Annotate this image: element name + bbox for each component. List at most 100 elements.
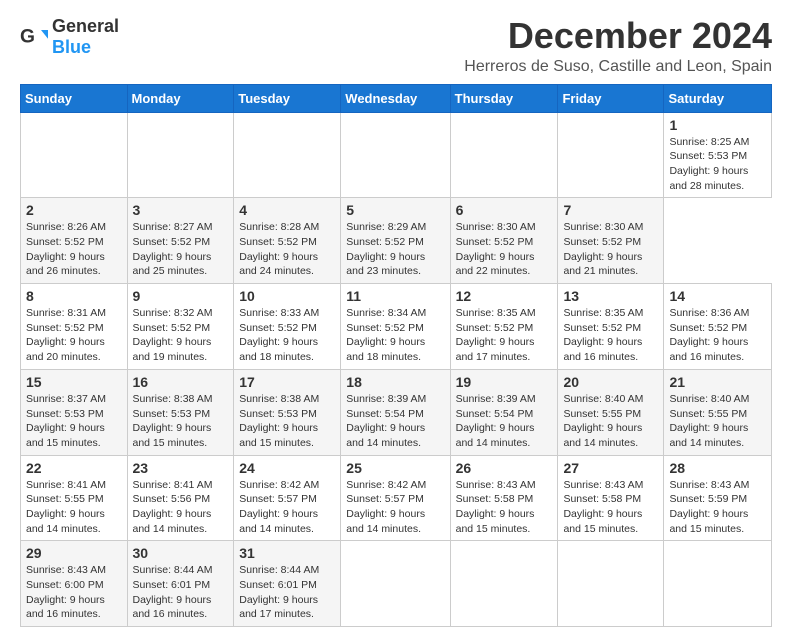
day-number: 11 (346, 288, 444, 304)
day-info: Sunrise: 8:30 AMSunset: 5:52 PMDaylight:… (456, 220, 553, 279)
calendar-cell (558, 541, 664, 627)
day-number: 18 (346, 374, 444, 390)
day-info: Sunrise: 8:25 AMSunset: 5:53 PMDaylight:… (669, 135, 766, 194)
day-info: Sunrise: 8:43 AMSunset: 6:00 PMDaylight:… (26, 563, 122, 622)
calendar-cell: 24Sunrise: 8:42 AMSunset: 5:57 PMDayligh… (234, 455, 341, 541)
calendar-cell: 2Sunrise: 8:26 AMSunset: 5:52 PMDaylight… (21, 198, 128, 284)
day-number: 22 (26, 460, 122, 476)
day-info: Sunrise: 8:42 AMSunset: 5:57 PMDaylight:… (346, 478, 444, 537)
day-number: 23 (133, 460, 229, 476)
logo: G General Blue (20, 16, 119, 58)
calendar-cell: 26 Sunrise: 8:43 AMSunset: 5:58 PMDayligh… (450, 455, 558, 541)
day-info: Sunrise: 8:39 AMSunset: 5:54 PMDaylight:… (456, 392, 553, 451)
col-monday: Monday (127, 84, 234, 112)
logo-general: General (52, 16, 119, 36)
logo-icon: G (20, 23, 48, 51)
calendar-cell: 1 Sunrise: 8:25 AMSunset: 5:53 PMDaylight… (664, 112, 772, 198)
calendar-cell (558, 112, 664, 198)
page: G General Blue December 2024 Herreros de… (0, 0, 792, 637)
calendar-cell: 25 Sunrise: 8:42 AMSunset: 5:57 PMDayligh… (341, 455, 450, 541)
col-tuesday: Tuesday (234, 84, 341, 112)
day-info: Sunrise: 8:34 AMSunset: 5:52 PMDaylight:… (346, 306, 444, 365)
calendar-cell: 12 Sunrise: 8:35 AMSunset: 5:52 PMDayligh… (450, 284, 558, 370)
calendar-cell: 6Sunrise: 8:30 AMSunset: 5:52 PMDaylight… (450, 198, 558, 284)
day-number: 27 (563, 460, 658, 476)
title-area: December 2024 Herreros de Suso, Castille… (464, 16, 772, 76)
day-number: 24 (239, 460, 335, 476)
day-number: 15 (26, 374, 122, 390)
day-info: Sunrise: 8:43 AMSunset: 5:58 PMDaylight:… (563, 478, 658, 537)
calendar-cell: 3Sunrise: 8:27 AMSunset: 5:52 PMDaylight… (127, 198, 234, 284)
calendar-cell: 14Sunrise: 8:36 AMSunset: 5:52 PMDayligh… (664, 284, 772, 370)
col-saturday: Saturday (664, 84, 772, 112)
calendar-cell: 10 Sunrise: 8:33 AMSunset: 5:52 PMDayligh… (234, 284, 341, 370)
col-friday: Friday (558, 84, 664, 112)
day-number: 9 (133, 288, 229, 304)
day-number: 2 (26, 202, 122, 218)
day-info: Sunrise: 8:39 AMSunset: 5:54 PMDaylight:… (346, 392, 444, 451)
day-info: Sunrise: 8:41 AMSunset: 5:55 PMDaylight:… (26, 478, 122, 537)
calendar-cell: 30Sunrise: 8:44 AMSunset: 6:01 PMDayligh… (127, 541, 234, 627)
day-info: Sunrise: 8:35 AMSunset: 5:52 PMDaylight:… (456, 306, 553, 365)
day-number: 26 (456, 460, 553, 476)
calendar-cell (234, 112, 341, 198)
calendar-cell (21, 112, 128, 198)
calendar-cell: 9 Sunrise: 8:32 AMSunset: 5:52 PMDaylight… (127, 284, 234, 370)
month-title: December 2024 (464, 16, 772, 56)
day-number: 13 (563, 288, 658, 304)
day-info: Sunrise: 8:43 AMSunset: 5:58 PMDaylight:… (456, 478, 553, 537)
calendar-cell: 31Sunrise: 8:44 AMSunset: 6:01 PMDayligh… (234, 541, 341, 627)
day-number: 17 (239, 374, 335, 390)
calendar-cell: 29 Sunrise: 8:43 AMSunset: 6:00 PMDayligh… (21, 541, 128, 627)
col-thursday: Thursday (450, 84, 558, 112)
calendar-cell: 18 Sunrise: 8:39 AMSunset: 5:54 PMDayligh… (341, 369, 450, 455)
day-info: Sunrise: 8:33 AMSunset: 5:52 PMDaylight:… (239, 306, 335, 365)
calendar-cell (664, 541, 772, 627)
day-info: Sunrise: 8:40 AMSunset: 5:55 PMDaylight:… (669, 392, 766, 451)
day-info: Sunrise: 8:44 AMSunset: 6:01 PMDaylight:… (133, 563, 229, 622)
day-number: 29 (26, 545, 122, 561)
day-info: Sunrise: 8:27 AMSunset: 5:52 PMDaylight:… (133, 220, 229, 279)
day-info: Sunrise: 8:32 AMSunset: 5:52 PMDaylight:… (133, 306, 229, 365)
day-number: 5 (346, 202, 444, 218)
day-number: 12 (456, 288, 553, 304)
calendar-cell: 27 Sunrise: 8:43 AMSunset: 5:58 PMDayligh… (558, 455, 664, 541)
day-number: 20 (563, 374, 658, 390)
day-number: 16 (133, 374, 229, 390)
day-number: 25 (346, 460, 444, 476)
calendar-cell: 19Sunrise: 8:39 AMSunset: 5:54 PMDayligh… (450, 369, 558, 455)
calendar-cell: 20 Sunrise: 8:40 AMSunset: 5:55 PMDayligh… (558, 369, 664, 455)
col-wednesday: Wednesday (341, 84, 450, 112)
calendar-cell: 23 Sunrise: 8:41 AMSunset: 5:56 PMDayligh… (127, 455, 234, 541)
calendar-week-row: 2Sunrise: 8:26 AMSunset: 5:52 PMDaylight… (21, 198, 772, 284)
day-number: 28 (669, 460, 766, 476)
day-number: 10 (239, 288, 335, 304)
header-row: Sunday Monday Tuesday Wednesday Thursday… (21, 84, 772, 112)
calendar-cell: 17 Sunrise: 8:38 AMSunset: 5:53 PMDayligh… (234, 369, 341, 455)
day-number: 21 (669, 374, 766, 390)
calendar-cell: 28 Sunrise: 8:43 AMSunset: 5:59 PMDayligh… (664, 455, 772, 541)
calendar-cell (127, 112, 234, 198)
calendar-cell (450, 112, 558, 198)
calendar-cell: 8Sunrise: 8:31 AMSunset: 5:52 PMDaylight… (21, 284, 128, 370)
calendar-cell: 16 Sunrise: 8:38 AMSunset: 5:53 PMDayligh… (127, 369, 234, 455)
day-info: Sunrise: 8:35 AMSunset: 5:52 PMDaylight:… (563, 306, 658, 365)
calendar-table: Sunday Monday Tuesday Wednesday Thursday… (20, 84, 772, 628)
calendar-cell: 4Sunrise: 8:28 AMSunset: 5:52 PMDaylight… (234, 198, 341, 284)
day-info: Sunrise: 8:44 AMSunset: 6:01 PMDaylight:… (239, 563, 335, 622)
day-info: Sunrise: 8:38 AMSunset: 5:53 PMDaylight:… (239, 392, 335, 451)
calendar-week-row: 8Sunrise: 8:31 AMSunset: 5:52 PMDaylight… (21, 284, 772, 370)
calendar-cell: 21 Sunrise: 8:40 AMSunset: 5:55 PMDayligh… (664, 369, 772, 455)
calendar-cell (341, 541, 450, 627)
day-info: Sunrise: 8:41 AMSunset: 5:56 PMDaylight:… (133, 478, 229, 537)
day-number: 1 (669, 117, 766, 133)
day-info: Sunrise: 8:40 AMSunset: 5:55 PMDaylight:… (563, 392, 658, 451)
calendar-cell: 7Sunrise: 8:30 AMSunset: 5:52 PMDaylight… (558, 198, 664, 284)
day-number: 8 (26, 288, 122, 304)
col-sunday: Sunday (21, 84, 128, 112)
day-info: Sunrise: 8:38 AMSunset: 5:53 PMDaylight:… (133, 392, 229, 451)
day-info: Sunrise: 8:29 AMSunset: 5:52 PMDaylight:… (346, 220, 444, 279)
day-info: Sunrise: 8:43 AMSunset: 5:59 PMDaylight:… (669, 478, 766, 537)
location-title: Herreros de Suso, Castille and Leon, Spa… (464, 58, 772, 76)
calendar-cell: 11 Sunrise: 8:34 AMSunset: 5:52 PMDayligh… (341, 284, 450, 370)
